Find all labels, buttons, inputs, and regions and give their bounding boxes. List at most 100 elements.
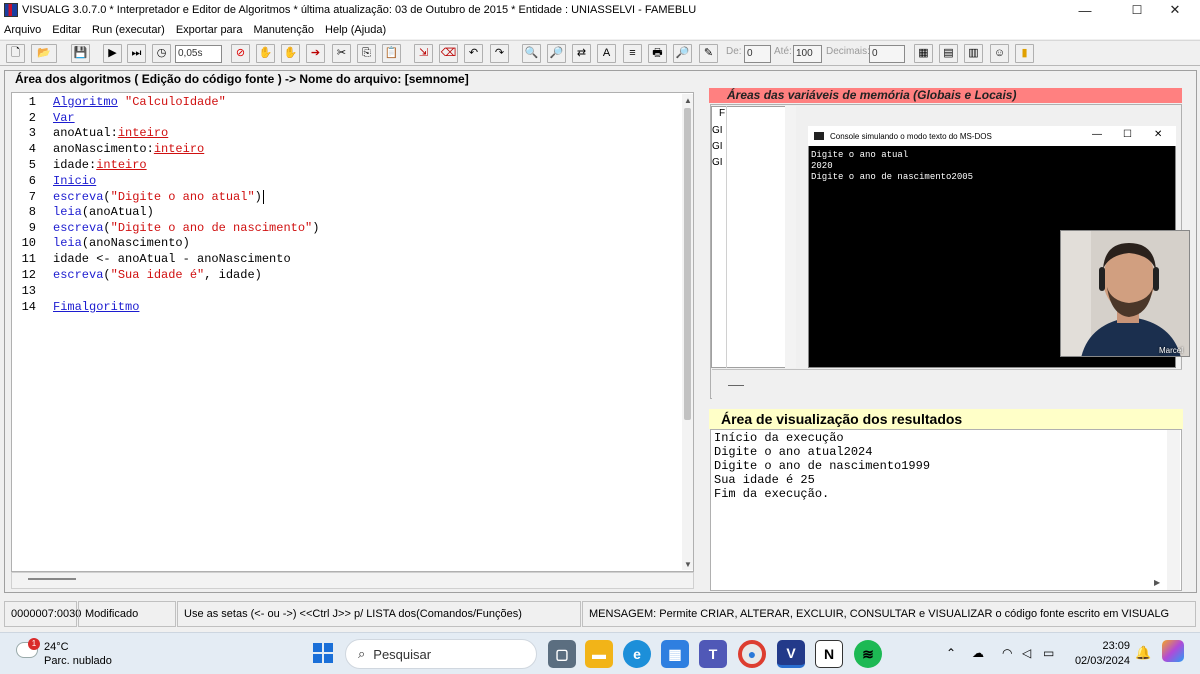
redo-icon[interactable]: ↷ bbox=[490, 44, 509, 63]
line-number: 13 bbox=[21, 284, 36, 298]
file-explorer-icon[interactable]: ▬ bbox=[585, 640, 613, 668]
tray-expand-icon[interactable]: ⌃ bbox=[946, 646, 956, 660]
line-number: 10 bbox=[21, 236, 36, 250]
run-icon[interactable]: ▶ bbox=[103, 44, 122, 63]
grid-header: F bbox=[719, 108, 726, 119]
font-icon[interactable]: A bbox=[597, 44, 616, 63]
editor-horizontal-scrollbar[interactable] bbox=[11, 572, 694, 589]
insert-icon[interactable]: ⇲ bbox=[414, 44, 433, 63]
wifi-icon[interactable]: ◠ bbox=[1002, 646, 1012, 660]
print-icon[interactable]: 🖶 bbox=[648, 44, 667, 63]
console-close-button[interactable]: ✕ bbox=[1154, 129, 1162, 140]
scroll-down-icon[interactable]: ▼ bbox=[684, 560, 692, 569]
paren: ) bbox=[312, 221, 320, 235]
menu-exportar[interactable]: Exportar para bbox=[176, 24, 243, 36]
menu-editar[interactable]: Editar bbox=[52, 24, 81, 36]
undo-icon[interactable]: ↶ bbox=[464, 44, 483, 63]
copy-icon[interactable]: ⎘ bbox=[357, 44, 376, 63]
line-number: 9 bbox=[28, 221, 36, 235]
string-literal: "Digite o ano atual" bbox=[110, 190, 255, 204]
variables-grid[interactable] bbox=[711, 106, 796, 368]
line-number: 3 bbox=[28, 126, 36, 140]
grid-row-scope: GI bbox=[712, 141, 723, 152]
result-line: Início da execução bbox=[714, 431, 844, 445]
function-name: escreva bbox=[53, 221, 104, 235]
timer-icon[interactable]: ◷ bbox=[152, 44, 171, 63]
cut-icon[interactable]: ✂ bbox=[332, 44, 351, 63]
result-line: Digite o ano atual2024 bbox=[714, 445, 873, 459]
clock-date[interactable]: 02/03/2024 bbox=[1068, 655, 1130, 667]
args: (anoNascimento) bbox=[81, 236, 190, 250]
notion-icon[interactable]: N bbox=[815, 640, 843, 668]
calendar-icon[interactable]: ▥ bbox=[964, 44, 983, 63]
de-input[interactable]: 0 bbox=[744, 45, 771, 63]
find-icon[interactable]: 🔍 bbox=[522, 44, 541, 63]
menu-bar: Arquivo Editar Run (executar) Exportar p… bbox=[0, 20, 1200, 39]
code-line-4: anoNascimento:inteiro bbox=[53, 142, 204, 156]
open-file-icon[interactable]: 📂 bbox=[31, 44, 57, 63]
replace-icon[interactable]: ⇄ bbox=[572, 44, 591, 63]
identifier: anoNascimento: bbox=[53, 142, 154, 156]
results-scroll-right-icon[interactable]: ▶ bbox=[1154, 578, 1160, 587]
results-scrollbar[interactable] bbox=[1167, 430, 1180, 590]
weather-temp[interactable]: 24°C bbox=[44, 641, 69, 653]
h-scroll-thumb[interactable] bbox=[28, 578, 76, 580]
vars-scrollbar[interactable] bbox=[785, 106, 796, 368]
copilot-icon[interactable] bbox=[1162, 640, 1184, 662]
print-preview-icon[interactable]: 🔎 bbox=[673, 44, 692, 63]
windows-start-icon[interactable] bbox=[313, 643, 333, 663]
toolbar: 🗋 📂 💾 ▶ ⏭ ◷ 0,05s ⊘ ✋ ✋ ➔ ✂ ⎘ 📋 ⇲ ⌫ ↶ ↷ … bbox=[0, 40, 1200, 66]
chrome-icon[interactable]: ● bbox=[738, 640, 766, 668]
magic-wand-icon[interactable]: ✎ bbox=[699, 44, 718, 63]
speed-select[interactable]: 0,05s bbox=[175, 45, 222, 63]
minimize-button[interactable]: — bbox=[1062, 0, 1108, 20]
menu-arquivo[interactable]: Arquivo bbox=[4, 24, 41, 36]
calc-icon[interactable]: ▦ bbox=[914, 44, 933, 63]
menu-manutencao[interactable]: Manutenção bbox=[253, 24, 314, 36]
teams-icon[interactable]: T bbox=[699, 640, 727, 668]
console-minimize-button[interactable]: — bbox=[1092, 129, 1102, 140]
line-number: 4 bbox=[28, 142, 36, 156]
paste-icon[interactable]: 📋 bbox=[382, 44, 401, 63]
taskbar-search[interactable]: ⌕ Pesquisar bbox=[345, 639, 537, 669]
console-icon bbox=[814, 132, 824, 140]
store-icon[interactable]: ▦ bbox=[661, 640, 689, 668]
menu-help[interactable]: Help (Ajuda) bbox=[325, 24, 386, 36]
volume-icon[interactable]: ◁ bbox=[1022, 646, 1031, 660]
function-name: leia bbox=[53, 205, 82, 219]
pause-hand-icon[interactable]: ✋ bbox=[256, 44, 275, 63]
task-view-icon[interactable]: ▢ bbox=[548, 640, 576, 668]
clock-time[interactable]: 23:09 bbox=[1074, 640, 1130, 652]
help-icon[interactable]: ☺ bbox=[990, 44, 1009, 63]
calculator-icon[interactable]: ▤ bbox=[939, 44, 958, 63]
find-next-icon[interactable]: 🔎 bbox=[547, 44, 566, 63]
breakpoint-icon[interactable]: ✋ bbox=[281, 44, 300, 63]
spotify-icon[interactable]: ≋ bbox=[854, 640, 882, 668]
ate-input[interactable]: 100 bbox=[793, 45, 822, 63]
console-maximize-button[interactable]: ☐ bbox=[1123, 129, 1132, 140]
vars-bottom-panel bbox=[712, 369, 1182, 399]
editor-scroll-thumb[interactable] bbox=[684, 108, 691, 420]
notification-bell-icon[interactable]: 🔔 bbox=[1135, 645, 1151, 661]
new-file-icon[interactable]: 🗋 bbox=[6, 44, 25, 63]
string-literal: "CalculoIdade" bbox=[117, 95, 226, 109]
decimais-select[interactable]: 0 bbox=[869, 45, 905, 63]
code-line-7: escreva("Digite o ano atual") bbox=[53, 190, 264, 204]
close-button[interactable]: ✕ bbox=[1152, 0, 1198, 20]
menu-run[interactable]: Run (executar) bbox=[92, 24, 165, 36]
indent-icon[interactable]: ≡ bbox=[623, 44, 642, 63]
battery-icon[interactable]: ▭ bbox=[1043, 646, 1054, 660]
scroll-up-icon[interactable]: ▲ bbox=[684, 96, 692, 105]
weather-desc[interactable]: Parc. nublado bbox=[44, 655, 112, 667]
save-icon[interactable]: 💾 bbox=[71, 44, 90, 63]
delete-icon[interactable]: ⌫ bbox=[439, 44, 458, 63]
stop-icon[interactable]: ⊘ bbox=[231, 44, 250, 63]
edge-icon[interactable]: e bbox=[623, 640, 651, 668]
cloud-sync-icon[interactable]: ☁ bbox=[972, 646, 984, 660]
visualg-taskbar-icon[interactable]: V bbox=[777, 640, 805, 668]
grid-row-scope: GI bbox=[712, 157, 723, 168]
step-icon[interactable]: ➔ bbox=[306, 44, 325, 63]
step-run-icon[interactable]: ⏭ bbox=[127, 44, 146, 63]
keyword: Fimalgoritmo bbox=[53, 300, 140, 314]
exit-icon[interactable]: ▮ bbox=[1015, 44, 1034, 63]
